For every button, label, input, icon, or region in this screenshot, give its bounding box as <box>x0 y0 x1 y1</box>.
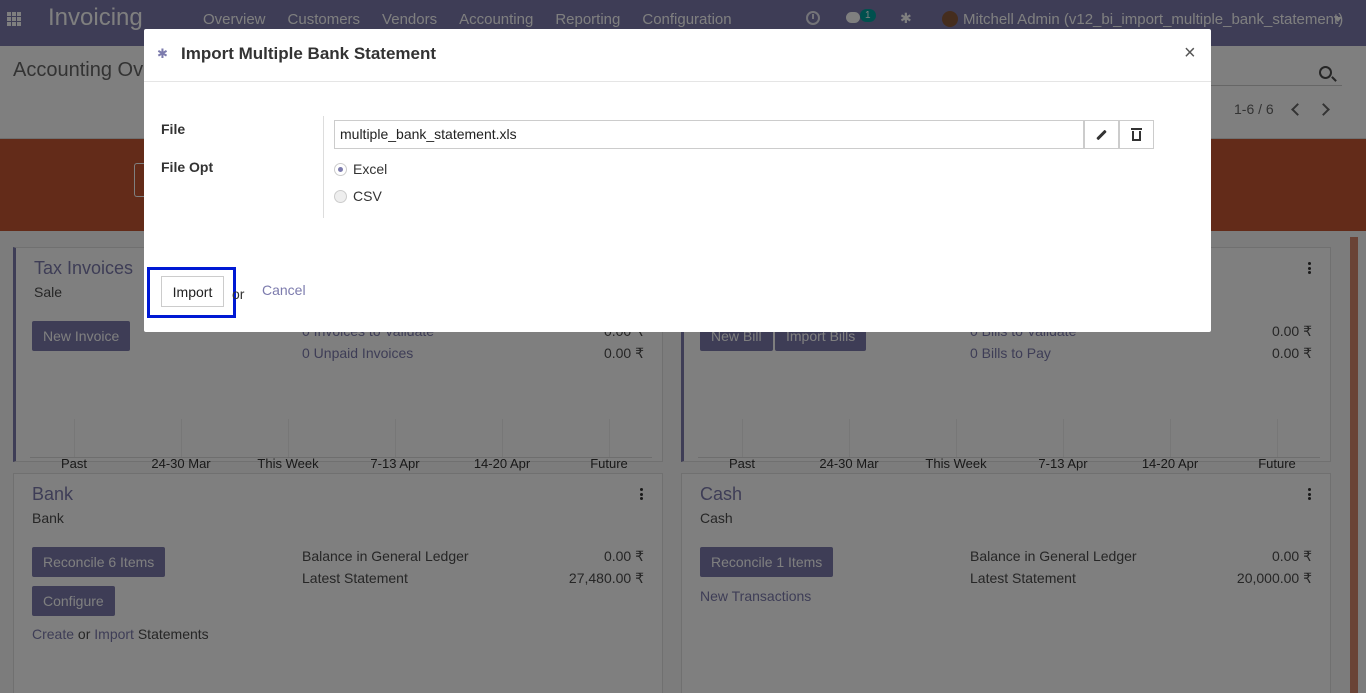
import-button[interactable]: Import <box>161 276 224 307</box>
or-text: or <box>232 286 245 302</box>
pencil-icon <box>1096 129 1107 140</box>
import-modal: ✱ Import Multiple Bank Statement × File … <box>144 29 1211 332</box>
modal-header: ✱ Import Multiple Bank Statement × <box>144 29 1211 82</box>
file-name-field[interactable]: multiple_bank_statement.xls <box>334 120 1084 149</box>
radio-excel[interactable] <box>334 163 347 176</box>
radio-csv[interactable] <box>334 190 347 203</box>
radio-label-csv[interactable]: CSV <box>353 188 382 204</box>
close-icon[interactable]: × <box>1184 42 1196 65</box>
modal-footer: Import or Cancel <box>144 267 1211 332</box>
file-label: File <box>161 121 186 137</box>
radio-label-excel[interactable]: Excel <box>353 161 387 177</box>
field-separator <box>323 116 324 218</box>
delete-file-button[interactable] <box>1119 120 1154 149</box>
file-opt-label: File Opt <box>161 159 214 175</box>
modal-title: Import Multiple Bank Statement <box>181 44 437 63</box>
cancel-link[interactable]: Cancel <box>262 282 306 298</box>
edit-file-button[interactable] <box>1084 120 1119 149</box>
trash-icon <box>1131 128 1142 141</box>
bug-icon: ✱ <box>157 46 168 61</box>
